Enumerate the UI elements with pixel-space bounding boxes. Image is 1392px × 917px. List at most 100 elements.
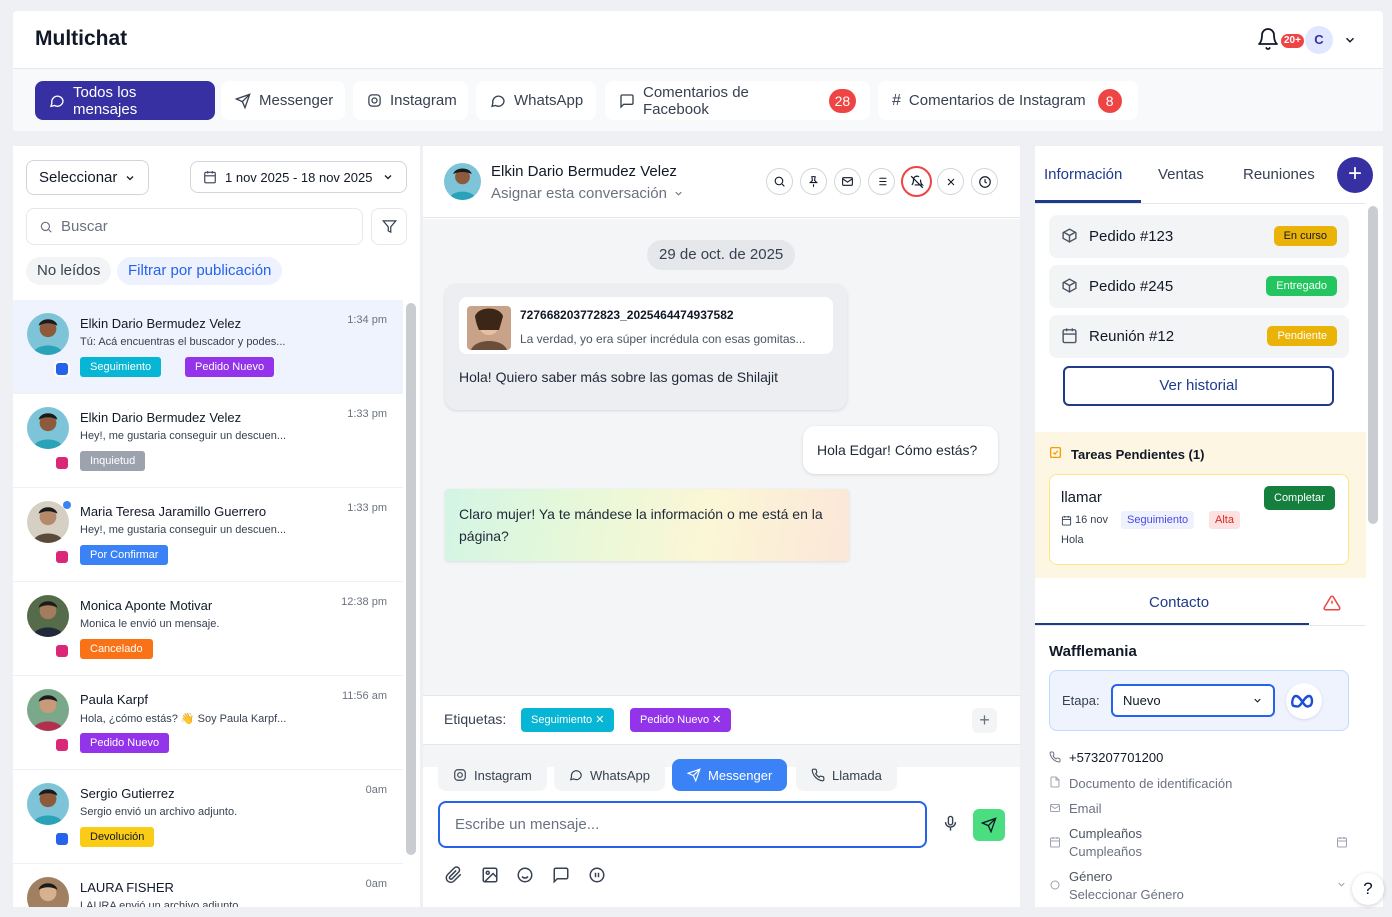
timestamp: 1:33 pm xyxy=(347,408,387,420)
order-label: Reunión #12 xyxy=(1089,328,1175,345)
publication-filter[interactable]: Filtrar por publicación xyxy=(117,257,283,285)
paperclip-icon[interactable] xyxy=(445,866,463,884)
send-button[interactable] xyxy=(973,809,1005,841)
gender-select[interactable]: Seleccionar Género xyxy=(1069,887,1184,902)
order-card[interactable]: Pedido #245 Entregado xyxy=(1049,265,1349,308)
comment-icon[interactable] xyxy=(552,866,570,884)
avatar xyxy=(27,501,69,543)
close-icon[interactable]: ✕ xyxy=(712,714,721,726)
select-dropdown[interactable]: Seleccionar xyxy=(26,160,149,195)
tab-count-badge: 28 xyxy=(828,88,856,113)
meta-icon[interactable] xyxy=(1286,683,1322,719)
channel-label: Messenger xyxy=(708,767,773,783)
tab-instagram-comments[interactable]: # Comentarios de Instagram 8 xyxy=(878,81,1138,120)
meeting-card[interactable]: Reunión #12 Pendiente xyxy=(1049,315,1349,358)
contact-name: Sergio Gutierrez xyxy=(80,786,175,801)
mail-button[interactable] xyxy=(834,168,861,195)
mail-icon xyxy=(1049,802,1061,814)
email-field[interactable]: Email xyxy=(1069,801,1102,816)
help-button[interactable]: ? xyxy=(1352,873,1384,905)
tag-chip[interactable]: Pedido Nuevo ✕ xyxy=(630,708,732,732)
tab-all-messages[interactable]: Todos los mensajes xyxy=(35,81,215,120)
tags-bar: Etiquetas: Seguimiento ✕ Pedido Nuevo ✕ … xyxy=(423,695,1020,745)
tab-instagram[interactable]: Instagram xyxy=(353,81,468,120)
pin-button[interactable] xyxy=(800,168,827,195)
id-document-field[interactable]: Documento de identificación xyxy=(1069,776,1232,791)
chevron-down-icon[interactable] xyxy=(1336,879,1347,890)
tab-messenger[interactable]: Messenger xyxy=(221,81,345,120)
message-input[interactable]: Escribe un mensaje... xyxy=(438,801,927,848)
channel-whatsapp-button[interactable]: WhatsApp xyxy=(554,759,665,791)
stage-select[interactable]: Nuevo xyxy=(1111,684,1275,717)
chevron-down-icon[interactable] xyxy=(1343,33,1357,47)
conversation-item[interactable]: Elkin Dario Bermudez Velez 1:33 pm Hey!, m… xyxy=(13,394,403,488)
conversation-item[interactable]: Monica Aponte Motivar 12:38 pm Monica le e… xyxy=(13,582,403,676)
tab-facebook-comments[interactable]: Comentarios de Facebook 28 xyxy=(605,81,870,120)
close-chat-button[interactable] xyxy=(937,168,964,195)
bell-off-icon xyxy=(910,175,924,189)
task-card[interactable]: llamar Completar 16 nov Seguimiento Alta… xyxy=(1049,474,1349,565)
add-tag-button[interactable]: + xyxy=(972,708,997,733)
user-avatar[interactable]: C xyxy=(1305,26,1333,54)
pause-icon[interactable] xyxy=(588,866,606,884)
chevron-down-icon xyxy=(124,172,136,184)
mute-button[interactable] xyxy=(901,166,932,197)
chat-header: Elkin Dario Bermudez Velez Asignar esta … xyxy=(423,146,1020,218)
search-chat-button[interactable] xyxy=(766,168,793,195)
status-badge: Pendiente xyxy=(1267,326,1337,346)
conversation-item[interactable]: Sergio Gutierrez 0am Sergio envió un archi… xyxy=(13,770,403,864)
search-input[interactable]: Buscar xyxy=(26,208,363,245)
stage-label: Etapa: xyxy=(1062,693,1100,708)
filter-button[interactable] xyxy=(371,208,407,245)
plus-icon: + xyxy=(979,710,990,730)
scrollbar[interactable] xyxy=(406,303,416,855)
tab-reuniones[interactable]: Reuniones xyxy=(1243,166,1315,183)
conversation-item[interactable]: Elkin Dario Bermudez Velez 1:34 pm Tú: Acá… xyxy=(13,300,403,394)
status-tag: Devolución xyxy=(80,827,155,847)
complete-button[interactable]: Completar xyxy=(1264,486,1335,510)
order-card[interactable]: Pedido #123 En curso xyxy=(1049,215,1349,258)
phone-field[interactable]: +573207701200 xyxy=(1069,750,1163,765)
list-button[interactable] xyxy=(868,168,895,195)
history-button[interactable] xyxy=(971,168,998,195)
app-title: Multichat xyxy=(35,27,128,50)
status-tag: Cancelado xyxy=(80,639,153,659)
clock-icon xyxy=(978,175,992,189)
post-preview-card[interactable]: 727668203772823_2025464474937582 La verd… xyxy=(459,297,833,354)
calendar-icon[interactable] xyxy=(1336,836,1348,848)
date-range-picker[interactable]: 1 nov 2025 - 18 nov 2025 xyxy=(190,161,407,193)
channel-call-button[interactable]: Llamada xyxy=(796,759,897,791)
timestamp: 0am xyxy=(365,784,387,796)
plus-icon: + xyxy=(1347,160,1362,187)
tab-contacto[interactable]: Contacto xyxy=(1149,594,1209,611)
task-date: 16 nov xyxy=(1075,514,1109,526)
chat-bubble-icon xyxy=(49,93,65,109)
view-history-button[interactable]: Ver historial xyxy=(1063,366,1334,406)
conversation-item[interactable]: LAURA FISHER 0am LAURA envió un archivo ad… xyxy=(13,864,403,907)
tab-whatsapp[interactable]: WhatsApp xyxy=(476,81,596,120)
conversation-item[interactable]: Maria Teresa Jaramillo Guerrero 1:33 pm He… xyxy=(13,488,403,582)
channel-instagram-button[interactable]: Instagram xyxy=(438,759,547,791)
assign-dropdown[interactable]: Asignar esta conversación xyxy=(491,185,684,202)
image-icon[interactable] xyxy=(481,866,499,884)
tag-chip[interactable]: Seguimiento ✕ xyxy=(521,708,615,732)
tab-ventas[interactable]: Ventas xyxy=(1158,166,1204,183)
date-range-label: 1 nov 2025 - 18 nov 2025 xyxy=(225,169,373,185)
conversation-item[interactable]: Paula Karpf 11:56 am Hola, ¿cómo estás? 👋 … xyxy=(13,676,403,770)
channel-messenger-button[interactable]: Messenger xyxy=(672,759,788,791)
gender-label: Género xyxy=(1069,869,1113,884)
warning-icon[interactable] xyxy=(1323,594,1341,612)
bell-icon[interactable] xyxy=(1256,27,1280,51)
add-button[interactable]: + xyxy=(1337,157,1373,193)
calendar-icon xyxy=(203,170,217,184)
status-tag: Pedido Nuevo xyxy=(80,733,170,753)
tab-informacion[interactable]: Información xyxy=(1044,166,1122,183)
unread-filter[interactable]: No leídos xyxy=(26,257,112,285)
birthday-field[interactable]: Cumpleaños xyxy=(1069,844,1142,859)
scrollbar[interactable] xyxy=(1368,206,1378,524)
microphone-icon[interactable] xyxy=(942,815,959,832)
emoji-icon[interactable] xyxy=(516,866,534,884)
calendar-icon xyxy=(1049,836,1061,848)
close-icon[interactable]: ✕ xyxy=(595,714,604,726)
whatsapp-icon xyxy=(569,768,583,782)
